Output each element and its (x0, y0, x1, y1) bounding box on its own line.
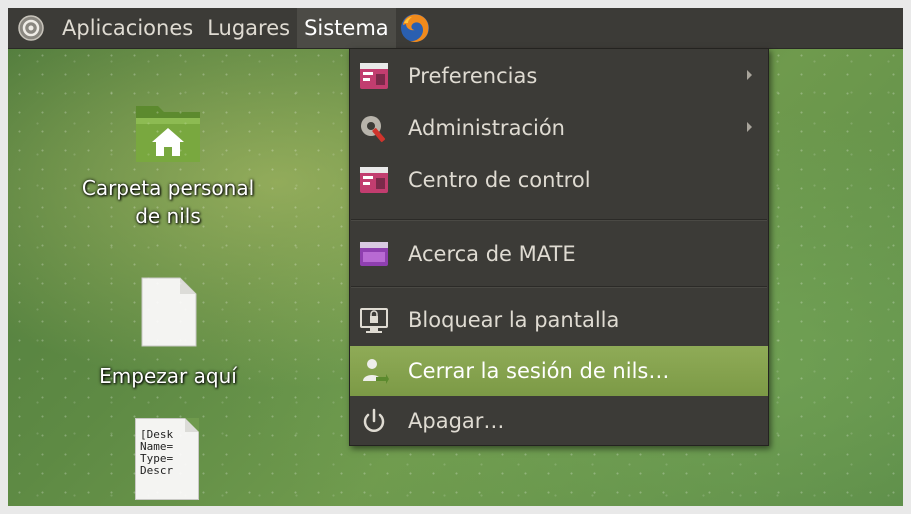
sistema-menu: Preferencias Administración Centro de co… (349, 48, 769, 446)
submenu-arrow-icon (747, 122, 752, 132)
desktop-icon-desktop-entry[interactable]: [Desk Name= Type= Descr (133, 418, 201, 500)
menu-item-bloquear-pantalla[interactable]: Bloquear la pantalla (350, 295, 768, 345)
menu-item-acerca-de-mate[interactable]: Acerca de MATE (350, 229, 768, 279)
desktop-icon-home-folder[interactable]: Carpeta personal de nils (48, 98, 288, 230)
menu-item-label: Bloquear la pantalla (408, 308, 620, 332)
logout-user-icon (363, 359, 389, 384)
administration-icon (361, 116, 386, 143)
menu-item-label: Preferencias (408, 64, 538, 88)
menu-aplicaciones[interactable]: Aplicaciones (55, 8, 200, 48)
desktop-entry-file-icon: [Desk Name= Type= Descr (135, 418, 199, 500)
about-mate-icon (360, 242, 388, 266)
menu-item-label: Apagar… (408, 409, 505, 433)
home-folder-label-line1: Carpeta personal (81, 176, 255, 200)
menu-item-preferencias[interactable]: Preferencias (350, 51, 768, 101)
desktop-icon-empezar[interactable]: Empezar aquí (48, 276, 288, 390)
mate-logo-icon[interactable] (17, 14, 45, 42)
menu-item-apagar[interactable]: Apagar… (350, 396, 768, 446)
menu-separator (351, 220, 767, 221)
menu-item-administracion[interactable]: Administración (350, 103, 768, 153)
desktop-entry-preview: [Desk Name= Type= Descr (140, 428, 174, 477)
menu-item-label: Centro de control (408, 168, 591, 192)
text-file-icon (141, 277, 197, 347)
preferences-icon (360, 63, 388, 89)
menu-item-label: Acerca de MATE (408, 242, 576, 266)
power-icon (363, 408, 385, 432)
menu-item-cerrar-sesion[interactable]: Cerrar la sesión de nils… (350, 346, 768, 396)
menu-sistema[interactable]: Sistema (297, 8, 396, 48)
menu-separator (351, 287, 767, 288)
desktop-screen: Aplicaciones Lugares Sistema Carpeta per… (8, 8, 903, 506)
menu-item-label: Administración (408, 116, 565, 140)
home-folder-label-line2: de nils (135, 204, 201, 228)
menu-item-label: Cerrar la sesión de nils… (408, 359, 670, 383)
empezar-label: Empezar aquí (99, 364, 237, 388)
submenu-arrow-icon (747, 70, 752, 80)
top-panel: Aplicaciones Lugares Sistema (8, 8, 903, 49)
menu-item-centro-de-control[interactable]: Centro de control (350, 155, 768, 205)
lock-screen-icon (360, 308, 388, 333)
home-folder-icon (136, 106, 200, 162)
firefox-icon[interactable] (398, 11, 432, 45)
menu-lugares[interactable]: Lugares (200, 8, 297, 48)
control-center-icon (360, 167, 388, 193)
